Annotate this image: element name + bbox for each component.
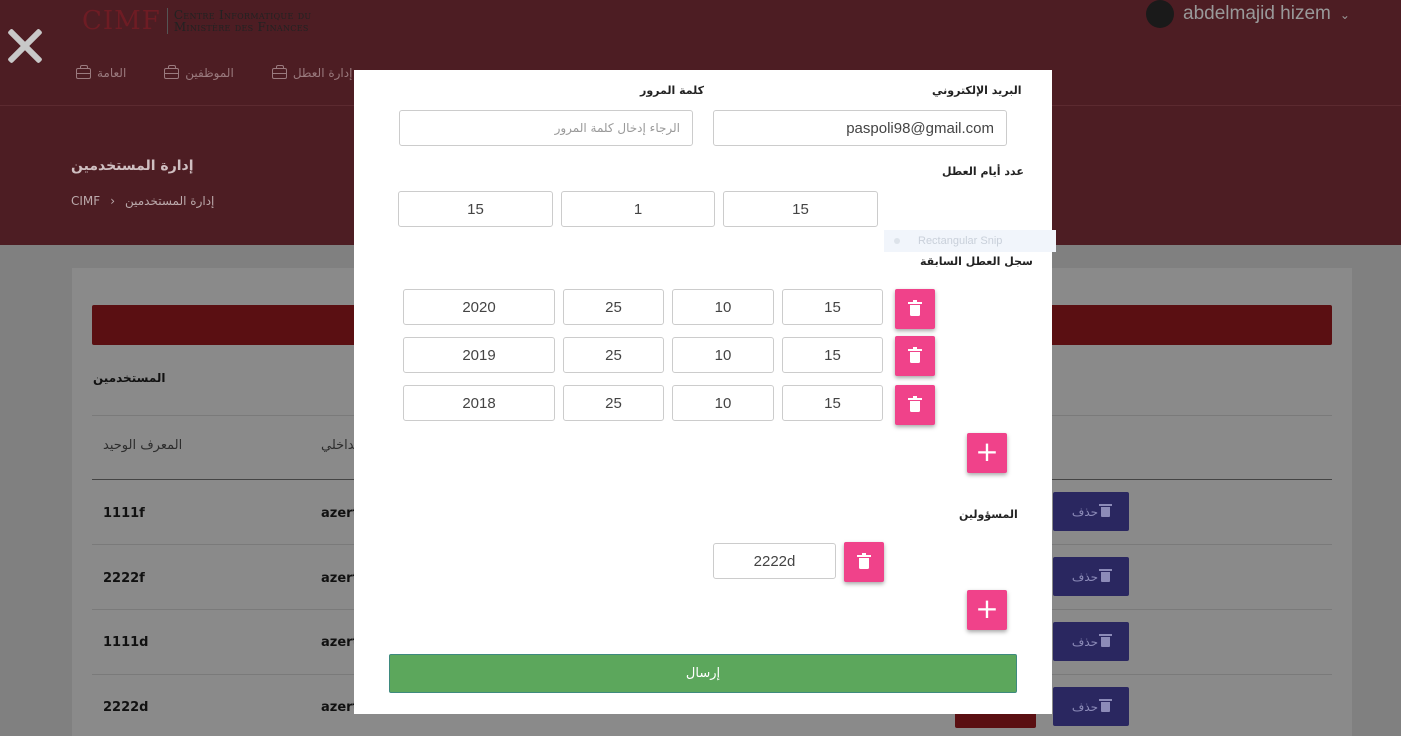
history-field[interactable]: 10: [672, 385, 774, 421]
password-field[interactable]: الرجاء إدخال كلمة المرور: [399, 110, 693, 146]
password-label: كلمة المرور: [640, 84, 705, 97]
add-manager-button[interactable]: +: [967, 590, 1007, 630]
history-field[interactable]: 10: [672, 289, 774, 325]
cell-id: 2222f: [103, 571, 145, 586]
trash-icon: [908, 396, 922, 400]
history-year-field[interactable]: 2020: [403, 289, 555, 325]
delete-manager-button[interactable]: [844, 542, 884, 582]
trash-icon: [908, 300, 922, 304]
cimf-logo[interactable]: CIMF Centre Informatique du Ministère de…: [82, 6, 311, 36]
trash-icon: [1099, 568, 1113, 582]
breadcrumb: CIMF › إدارة المستخدمين: [71, 194, 214, 208]
nav-item-label: العامة: [97, 66, 127, 80]
logo-mark: CIMF: [82, 6, 161, 36]
breadcrumb-separator-icon: ›: [110, 194, 115, 208]
breadcrumb-root[interactable]: CIMF: [71, 194, 100, 208]
briefcase-icon: [76, 64, 91, 79]
delete-label: حذف: [1071, 699, 1099, 714]
page-title: إدارة المستخدمين: [71, 158, 194, 174]
cell-id: 2222d: [103, 700, 149, 715]
history-field[interactable]: 25: [563, 337, 664, 373]
trash-icon: [1099, 503, 1113, 517]
history-field[interactable]: 25: [563, 289, 664, 325]
nav-item-label: إدارة العطل: [292, 66, 353, 80]
snip-dot-icon: [894, 238, 900, 244]
snip-label: Rectangular Snip: [918, 235, 1003, 247]
leave-days-field[interactable]: 15: [723, 191, 878, 227]
delete-history-button[interactable]: [895, 336, 935, 376]
logo-text: Centre Informatique du Ministère des Fin…: [174, 9, 312, 33]
nav-item-general[interactable]: العامة: [76, 64, 127, 80]
delete-history-button[interactable]: [895, 385, 935, 425]
leave-days-field[interactable]: 15: [398, 191, 553, 227]
leave-days-label: عدد أيام العطل: [942, 165, 1024, 178]
managers-label: المسؤولين: [959, 508, 1018, 521]
trash-can-body: [910, 401, 920, 412]
column-header-id: المعرف الوحيد: [103, 438, 183, 453]
history-field[interactable]: 25: [563, 385, 664, 421]
submit-button[interactable]: إرسال: [389, 654, 1017, 693]
main-nav: إدارة العطل الموظفين العامة: [76, 64, 353, 80]
history-year-field[interactable]: 2019: [403, 337, 555, 373]
avatar[interactable]: [1146, 0, 1174, 28]
trash-icon: [908, 347, 922, 351]
history-field[interactable]: 10: [672, 337, 774, 373]
logo-line-2: Ministère des Finances: [173, 20, 309, 34]
delete-label: حذف: [1071, 569, 1099, 584]
history-field[interactable]: 15: [782, 385, 883, 421]
add-history-button[interactable]: +: [967, 433, 1007, 473]
delete-label: حذف: [1071, 504, 1099, 519]
trash-icon: [1099, 633, 1113, 647]
leave-days-field[interactable]: 1: [561, 191, 715, 227]
breadcrumb-current: إدارة المستخدمين: [125, 194, 215, 208]
delete-row-button[interactable]: حذف: [1053, 622, 1129, 661]
nav-item-leaves[interactable]: إدارة العطل: [271, 64, 353, 80]
trash-can-body: [910, 305, 920, 316]
email-label: البريد الإلكتروني: [932, 84, 1022, 97]
delete-row-button[interactable]: حذف: [1053, 557, 1129, 596]
close-icon[interactable]: [3, 16, 47, 72]
briefcase-icon: [164, 64, 180, 79]
delete-history-button[interactable]: [895, 289, 935, 329]
cell-id: 1111d: [103, 635, 149, 650]
history-field[interactable]: 15: [782, 337, 883, 373]
user-name[interactable]: abdelmajid hizem: [1183, 3, 1331, 25]
user-menu[interactable]: abdelmajid hizem ⌄: [1146, 0, 1350, 28]
trash-icon: [1099, 698, 1113, 712]
nav-item-label: الموظفين: [185, 66, 234, 80]
delete-row-button[interactable]: حذف: [1053, 492, 1129, 531]
history-field[interactable]: 15: [782, 289, 883, 325]
logo-separator: [166, 8, 168, 34]
history-year-field[interactable]: 2018: [403, 385, 555, 421]
chevron-down-icon[interactable]: ⌄: [1340, 8, 1350, 22]
delete-label: حذف: [1071, 634, 1099, 649]
history-label: سجل العطل السابقة: [920, 255, 1033, 268]
briefcase-icon: [271, 64, 287, 79]
manager-field[interactable]: 2222d: [713, 543, 836, 579]
trash-icon: [857, 553, 871, 557]
nav-item-employees[interactable]: الموظفين: [164, 64, 234, 80]
snip-overlay: Rectangular Snip: [884, 230, 1056, 252]
section-label: المستخدمين: [93, 371, 166, 385]
cell-id: 1111f: [103, 506, 145, 521]
trash-can-body: [859, 558, 869, 569]
email-field[interactable]: paspoli98@gmail.com: [713, 110, 1007, 146]
trash-can-body: [910, 352, 920, 363]
delete-row-button[interactable]: حذف: [1053, 687, 1129, 726]
